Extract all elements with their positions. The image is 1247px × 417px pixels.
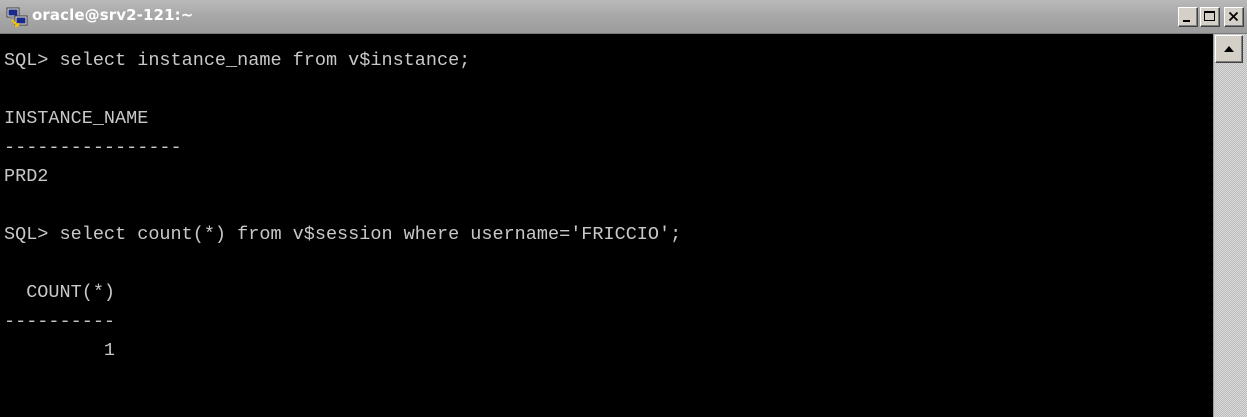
close-icon (1228, 11, 1239, 22)
close-button[interactable] (1224, 7, 1244, 27)
putty-icon[interactable] (6, 6, 28, 28)
window-title: oracle@srv2-121:~ (32, 6, 194, 24)
terminal-line-separator: ---------------- (4, 137, 182, 158)
terminal-line-sql-instance: SQL> select instance_name from v$instanc… (4, 50, 471, 71)
terminal-line-column-header: INSTANCE_NAME (4, 108, 149, 129)
terminal-line-result: PRD2 (4, 166, 49, 187)
terminal-line-sql-count: SQL> select count(*) from v$session wher… (4, 224, 682, 245)
scroll-up-arrow-icon (1224, 46, 1234, 52)
minimize-icon (1183, 20, 1190, 22)
terminal-line-separator: ---------- (4, 311, 116, 332)
maximize-button[interactable] (1200, 7, 1220, 27)
terminal-output[interactable]: SQL> select instance_name from v$instanc… (0, 34, 1213, 417)
terminal-line-column-header: COUNT(*) (4, 282, 116, 303)
title-bar[interactable]: oracle@srv2-121:~ (0, 0, 1247, 34)
scroll-up-button[interactable] (1215, 35, 1243, 63)
minimize-button[interactable] (1178, 7, 1198, 27)
terminal-window: oracle@srv2-121:~ SQL> select instance_n… (0, 0, 1247, 417)
maximize-icon (1204, 11, 1215, 21)
terminal-line-result: 1 (4, 340, 116, 361)
vertical-scrollbar[interactable] (1213, 34, 1247, 417)
